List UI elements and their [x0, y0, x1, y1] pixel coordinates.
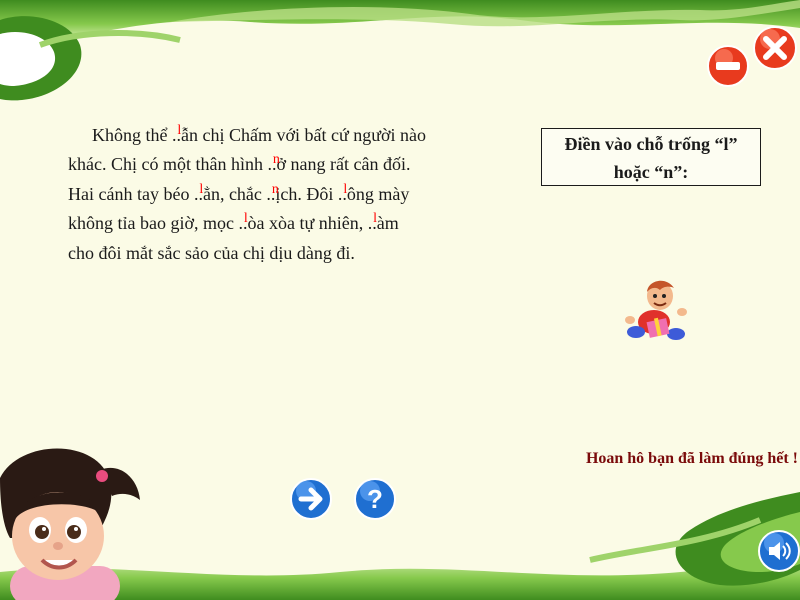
passage-text: ở nang rất cân đối. — [276, 154, 411, 175]
passage-line: khác. Chị có một thân hình .. n ở nang rất… — [68, 150, 508, 179]
fill-blank[interactable]: .. l — [239, 209, 248, 238]
fill-blank[interactable]: .. l — [194, 180, 203, 209]
passage-text: ẳn, chắc — [202, 183, 267, 204]
next-button[interactable] — [290, 478, 332, 520]
fill-blank[interactable]: .. l — [338, 180, 347, 209]
passage-text: khác. Chị có một thân hình — [68, 154, 268, 175]
sound-button[interactable] — [758, 530, 800, 572]
passage-text: không tỉa bao giờ, mọc — [68, 213, 239, 234]
passage-text: òa xòa tự nhiên, — [247, 213, 368, 234]
passage-text: cho đôi mắt sắc sảo của chị dịu dàng đi. — [68, 242, 355, 263]
help-button[interactable]: ? — [354, 478, 396, 520]
instruction-box: Điền vào chỗ trống “l” hoặc “n”: — [541, 128, 761, 186]
boy-with-gift-illustration — [625, 280, 687, 340]
fill-blank[interactable]: .. l — [368, 209, 377, 238]
instruction-line-1: Điền vào chỗ trống “l” — [564, 134, 738, 154]
girl-character-illustration — [0, 448, 140, 600]
fill-blank[interactable]: .. n — [266, 180, 278, 209]
passage-text: ông mày — [346, 183, 410, 204]
passage-text: ịch. Đôi — [275, 183, 338, 204]
blank-answer: n — [271, 181, 279, 197]
instruction-line-2: hoặc “n”: — [613, 162, 689, 182]
blank-answer: l — [177, 123, 182, 138]
blank-answer: l — [199, 181, 204, 197]
blank-answer: l — [343, 181, 348, 197]
arrow-right-icon — [290, 478, 332, 520]
speaker-icon — [758, 530, 800, 572]
close-button[interactable] — [752, 25, 798, 71]
minimize-icon — [707, 45, 749, 87]
blank-answer: l — [373, 211, 378, 227]
svg-text:?: ? — [367, 484, 383, 514]
blank-answer: n — [272, 152, 280, 168]
congrats-message: Hoan hô bạn đã làm đúng hết ! — [585, 450, 798, 467]
question-icon: ? — [354, 478, 396, 520]
passage-text: Hai cánh tay béo — [68, 183, 194, 204]
blank-answer: l — [243, 211, 248, 227]
minimize-button[interactable] — [707, 45, 749, 87]
exercise-passage: Không thể .. l ẫn chị Chấm với bất cứ ngườ… — [68, 121, 508, 268]
passage-text: Không thể — [92, 125, 172, 145]
close-icon — [753, 26, 797, 70]
passage-text: àm — [376, 213, 399, 234]
passage-line: Không thể .. l ẫn chị Chấm với bất cứ ngườ… — [68, 121, 508, 150]
fill-blank[interactable]: .. l — [172, 121, 181, 150]
passage-line: cho đôi mắt sắc sảo của chị dịu dàng đi. — [68, 239, 508, 268]
passage-text: ẫn chị Chấm với bất cứ người nào — [181, 125, 426, 145]
passage-line: Hai cánh tay béo .. l ẳn, chắc .. n ịch. Đôi… — [68, 180, 508, 209]
passage-line: không tỉa bao giờ, mọc .. l òa xòa tự nhiê… — [68, 209, 508, 238]
